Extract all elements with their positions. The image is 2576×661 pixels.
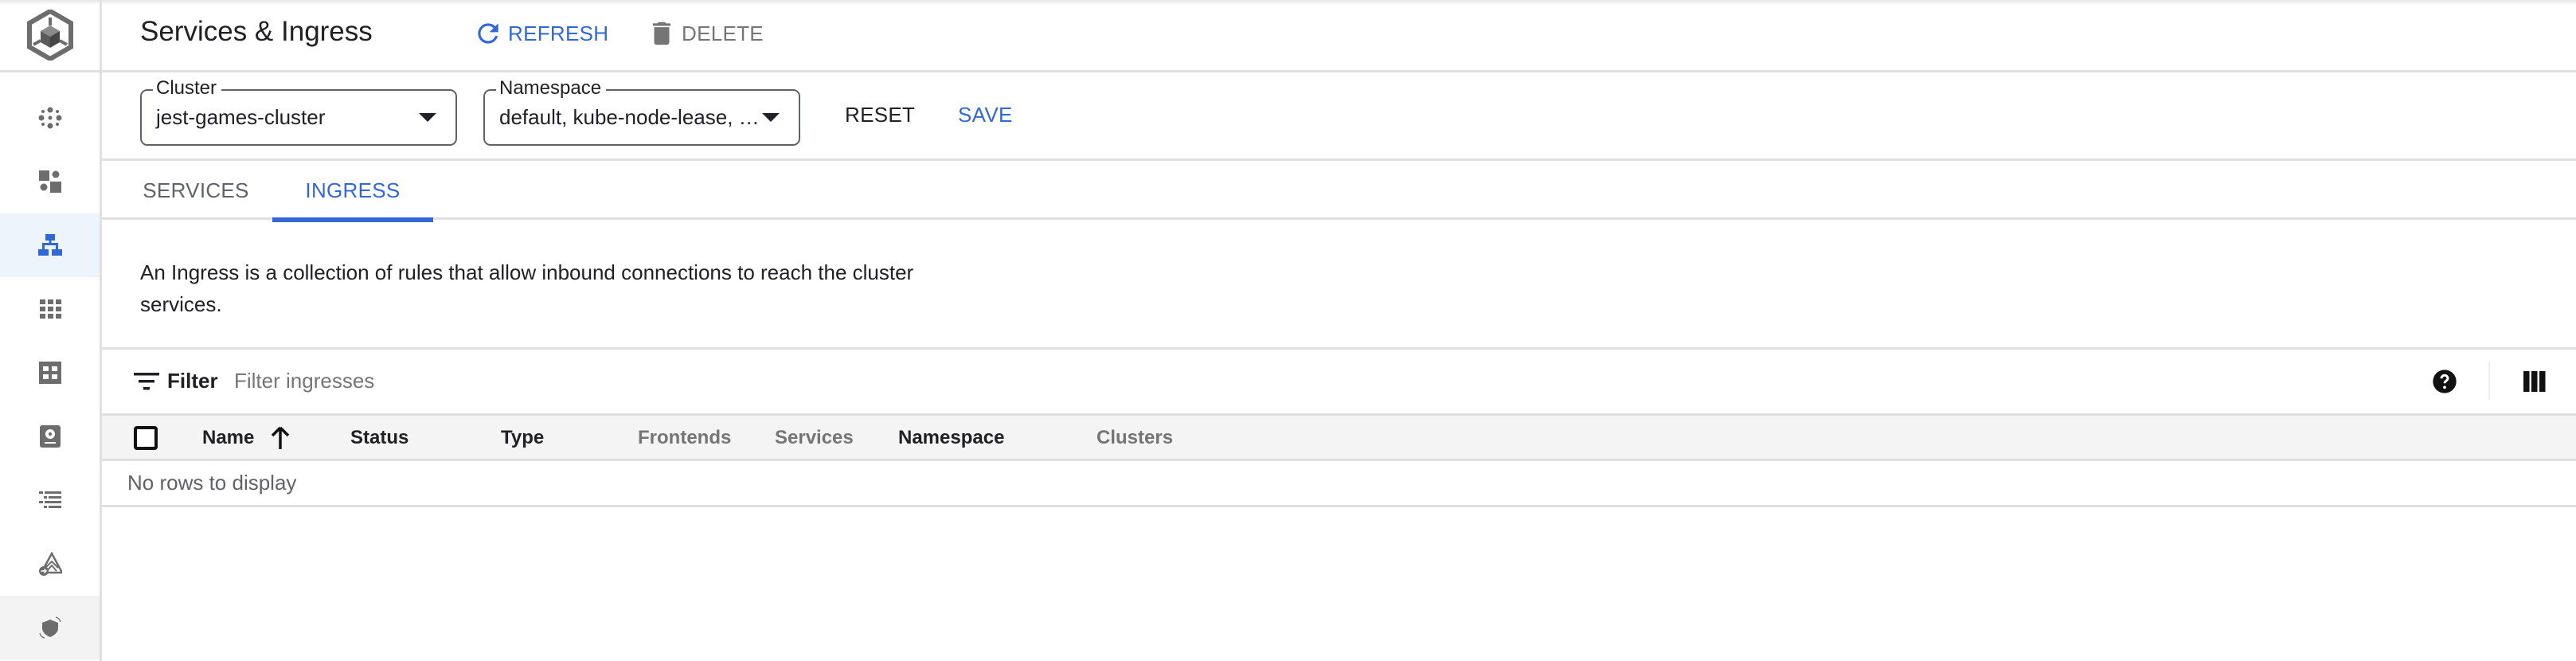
cube-logo-icon (26, 10, 73, 61)
dropdown-arrow-icon (419, 113, 436, 122)
namespace-select[interactable]: Namespace default, kube-node-lease, … (483, 77, 800, 146)
page-header: Services & Ingress REFRESH DELETE (102, 0, 2576, 72)
column-header-frontends: Frontends (638, 427, 732, 448)
page-title: Services & Ingress (140, 16, 373, 47)
filter-input[interactable] (234, 364, 1190, 397)
applications-icon (39, 299, 61, 319)
filter-icon (134, 373, 159, 390)
top-shadow (0, 0, 2576, 5)
cluster-namespace-toolbar: Cluster jest-games-cluster Namespace def… (102, 72, 2576, 161)
cluster-select[interactable]: Cluster jest-games-cluster (140, 77, 457, 146)
column-header-clusters: Clusters (1096, 427, 1174, 448)
object-browser-icon (38, 491, 61, 508)
delete-button[interactable]: DELETE (647, 18, 764, 49)
sidebar-item-object-browser[interactable] (0, 468, 100, 532)
sidebar-item-security[interactable] (0, 596, 100, 659)
ingress-description: An Ingress is a collection of rules that… (140, 260, 914, 316)
namespace-select-value: default, kube-node-lease, … (499, 105, 760, 129)
sidebar (0, 0, 102, 661)
configuration-icon (38, 362, 61, 384)
divider (2488, 362, 2490, 401)
sidebar-item-storage[interactable] (0, 405, 100, 468)
filter-bar: Filter (102, 350, 2576, 413)
select-all-checkbox[interactable] (134, 426, 158, 450)
refresh-icon (478, 23, 498, 44)
tab-ingress[interactable]: INGRESS (272, 161, 433, 222)
cluster-select-label: Cluster (153, 77, 222, 100)
sidebar-item-clusters[interactable] (0, 86, 100, 150)
tab-bar: SERVICES INGRESS (102, 161, 2576, 222)
column-header-status[interactable]: Status (350, 427, 408, 449)
column-header-namespace[interactable]: Namespace (898, 427, 1004, 449)
delete-label: DELETE (682, 21, 764, 45)
cluster-select-value: jest-games-cluster (156, 105, 326, 129)
sidebar-item-configuration[interactable] (0, 341, 100, 405)
storage-icon (39, 425, 61, 448)
workloads-icon (38, 170, 61, 193)
sidebar-item-applications[interactable] (0, 277, 100, 341)
refresh-button[interactable]: REFRESH (473, 18, 608, 49)
column-header-services: Services (775, 427, 854, 448)
column-display-options-icon[interactable] (2523, 370, 2546, 393)
clusters-icon (38, 107, 61, 129)
help-icon[interactable] (2432, 369, 2457, 394)
security-icon (38, 616, 61, 639)
save-button[interactable]: SAVE (958, 103, 1013, 127)
app-logo[interactable] (0, 0, 100, 72)
sidebar-item-workloads[interactable] (0, 150, 100, 213)
namespace-select-label: Namespace (496, 77, 607, 100)
refresh-label: REFRESH (508, 21, 609, 45)
table-header: Name Status Type Frontends Services Name… (102, 413, 2576, 461)
tab-services[interactable]: SERVICES (126, 161, 266, 220)
column-header-name[interactable]: Name (202, 427, 254, 449)
reset-button[interactable]: RESET (845, 103, 915, 127)
filter-label: Filter (167, 369, 218, 393)
services-ingress-icon (37, 234, 62, 256)
trash-icon (652, 22, 671, 45)
sidebar-item-services-ingress[interactable] (0, 213, 100, 277)
sidebar-item-migrate[interactable] (0, 532, 100, 596)
sort-ascending-icon[interactable] (269, 425, 291, 451)
column-header-type[interactable]: Type (501, 427, 544, 449)
table-empty-row: No rows to display (102, 461, 2576, 507)
empty-table-message: No rows to display (127, 471, 297, 495)
migrate-icon (38, 552, 62, 576)
dropdown-arrow-icon (762, 113, 780, 122)
